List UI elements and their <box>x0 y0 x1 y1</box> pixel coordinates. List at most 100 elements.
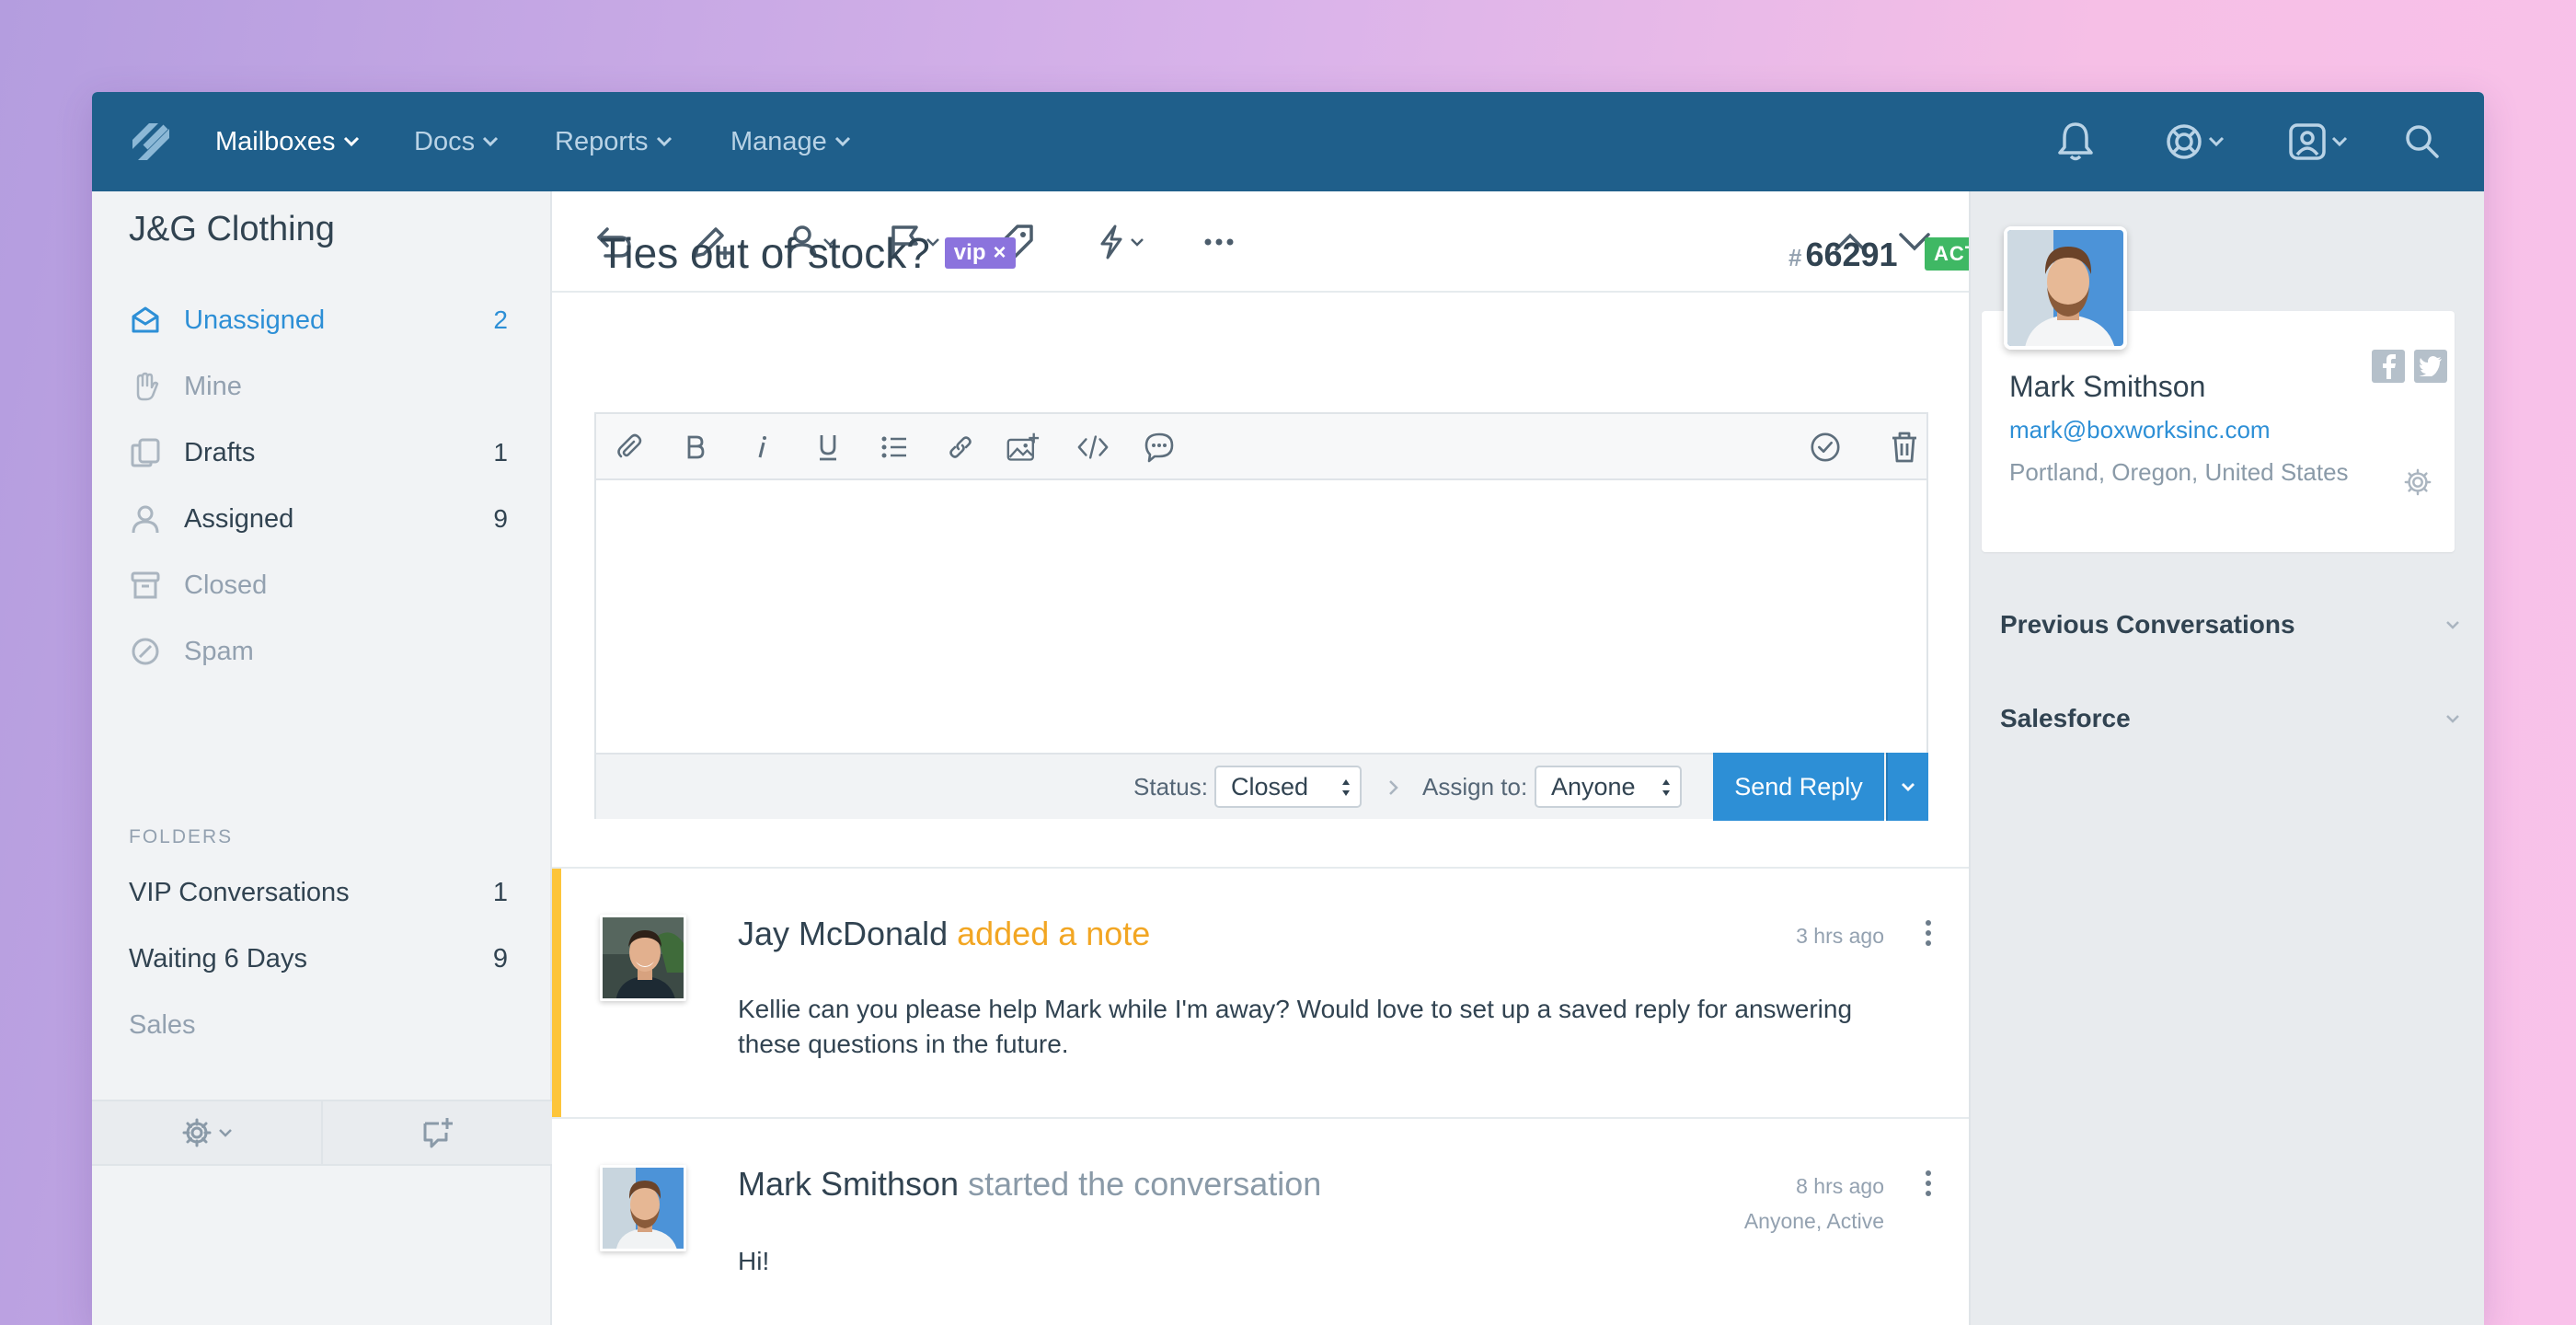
underline-button[interactable] <box>811 431 845 464</box>
code-icon <box>1077 435 1109 459</box>
check-spelling-button[interactable] <box>1809 431 1842 464</box>
sidebar-item-count: 1 <box>493 438 508 467</box>
sidebar-item-drafts[interactable]: Drafts 1 <box>129 429 508 477</box>
customer-name: Mark Smithson <box>2009 370 2206 403</box>
reply-body-input[interactable] <box>596 480 1926 751</box>
sidebar-item-label: Unassigned <box>184 305 326 335</box>
sidebar-item-label: Closed <box>184 570 268 600</box>
nav-reports[interactable]: Reports <box>555 92 673 191</box>
more-actions-button[interactable] <box>1203 219 1235 265</box>
chevron-down-icon <box>2446 621 2459 629</box>
tag-remove-icon[interactable]: × <box>993 240 1006 266</box>
ticket-number-value: 66291 <box>1805 236 1898 273</box>
sidebar-item-label: Drafts <box>184 437 256 467</box>
tag-vip[interactable]: vip × <box>944 237 1016 269</box>
attach-button[interactable] <box>613 431 646 464</box>
avatar <box>600 1165 686 1251</box>
conversation-pane: Ties out of stock? vip × # 66291 ACTIVE <box>552 191 2023 1325</box>
avatar <box>600 915 686 1001</box>
customer-email[interactable]: mark@boxworksinc.com <box>2009 416 2271 444</box>
thread-header: Jay McDonald added a note <box>738 915 1150 953</box>
facebook-icon[interactable] <box>2372 350 2405 383</box>
status-select[interactable]: Closed <box>1214 766 1362 808</box>
workflow-button[interactable] <box>1097 219 1144 265</box>
sidebar-item-unassigned[interactable]: Unassigned 2 <box>129 296 508 344</box>
customer-sidebar: Mark Smithson mark@boxworksinc.com Portl… <box>1969 191 2484 1325</box>
nav-manage[interactable]: Manage <box>730 92 851 191</box>
accordion-previous-conversations[interactable]: Previous Conversations <box>2000 602 2460 648</box>
chevron-down-icon <box>343 136 359 147</box>
mailbox-title: J&G Clothing <box>129 210 335 248</box>
insert-image-button[interactable] <box>1006 431 1040 464</box>
customer-location: Portland, Oregon, United States <box>2009 458 2349 486</box>
thread-menu-button[interactable] <box>1919 915 1938 951</box>
thread-divider <box>552 1117 1969 1119</box>
bold-button[interactable] <box>679 431 712 464</box>
editor-toolbar <box>596 414 1926 480</box>
search-icon[interactable] <box>2403 118 2442 166</box>
nav-docs-label: Docs <box>414 126 476 156</box>
logo-icon[interactable] <box>129 120 175 166</box>
top-nav: Mailboxes Docs Reports Manage <box>92 92 2484 191</box>
bullet-list-icon <box>881 436 906 458</box>
nav-mailboxes[interactable]: Mailboxes <box>215 92 360 191</box>
assign-select-value: Anyone <box>1551 772 1636 801</box>
sidebar-item-spam[interactable]: Spam <box>129 628 508 675</box>
italic-button[interactable] <box>745 431 778 464</box>
block-icon <box>129 635 162 668</box>
chevron-down-icon <box>1131 238 1144 247</box>
sidebar-item-label: Mine <box>184 371 242 401</box>
thread-action: started the conversation <box>968 1165 1322 1203</box>
send-reply-button[interactable]: Send Reply <box>1713 753 1884 821</box>
folder-count: 9 <box>492 943 508 974</box>
thread-time: 3 hrs ago <box>1796 924 1884 948</box>
nav-reports-label: Reports <box>555 126 649 156</box>
archive-icon <box>129 569 162 602</box>
customer-settings-button[interactable] <box>2403 467 2432 501</box>
reply-editor: Status: Closed Assign to: Anyone Send Re… <box>594 412 1928 821</box>
user-account-icon[interactable] <box>2287 118 2348 166</box>
app-window: Mailboxes Docs Reports Manage J&G Clothi… <box>92 92 2484 1325</box>
thread-meta: Anyone, Active <box>1743 1209 1884 1233</box>
sidebar-item-assigned[interactable]: Assigned 9 <box>129 495 508 543</box>
chevron-right-icon <box>1389 780 1398 795</box>
assign-select[interactable]: Anyone <box>1535 766 1682 808</box>
thread-body: Kellie can you please help Mark while I'… <box>738 995 1853 1058</box>
sidebar-item-closed[interactable]: Closed <box>129 561 508 609</box>
chevron-down-icon <box>218 1129 232 1137</box>
thread-author[interactable]: Mark Smithson <box>738 1165 959 1203</box>
sidebar-footer <box>92 1100 552 1166</box>
link-icon <box>949 436 972 458</box>
folder-sales[interactable]: Sales <box>129 1002 508 1048</box>
folder-vip-conversations[interactable]: VIP Conversations 1 <box>129 870 508 916</box>
mailbox-settings-button[interactable] <box>92 1101 323 1164</box>
folder-label: Sales <box>129 1009 196 1040</box>
thread-author[interactable]: Jay McDonald <box>738 915 948 952</box>
list-button[interactable] <box>878 431 911 464</box>
accordion-salesforce[interactable]: Salesforce <box>2000 696 2460 742</box>
bell-icon[interactable] <box>2055 118 2096 166</box>
select-arrows-icon <box>1342 779 1350 796</box>
ticket-hash: # <box>1788 244 1802 271</box>
chevron-down-icon <box>2208 136 2225 147</box>
thread-header: Mark Smithson started the conversation <box>738 1165 1321 1204</box>
note-indicator <box>552 869 561 1117</box>
code-button[interactable] <box>1076 431 1110 464</box>
saved-reply-button[interactable] <box>1143 431 1176 464</box>
chat-bubble-icon <box>1144 432 1174 463</box>
discard-draft-button[interactable] <box>1888 431 1921 464</box>
lifebuoy-icon[interactable] <box>2164 118 2225 166</box>
select-arrows-icon <box>1662 779 1670 796</box>
twitter-icon[interactable] <box>2414 350 2447 383</box>
thread-menu-button[interactable] <box>1919 1165 1938 1202</box>
accordion-label: Previous Conversations <box>2000 610 2295 639</box>
bold-icon <box>687 435 705 459</box>
folder-label: Waiting 6 Days <box>129 943 307 974</box>
link-button[interactable] <box>944 431 977 464</box>
sidebar-item-mine[interactable]: Mine <box>129 363 508 410</box>
folder-waiting-6-days[interactable]: Waiting 6 Days 9 <box>129 936 508 982</box>
new-conversation-button[interactable] <box>323 1101 552 1164</box>
nav-docs[interactable]: Docs <box>414 92 499 191</box>
status-select-value: Closed <box>1231 772 1309 801</box>
send-options-button[interactable] <box>1886 753 1928 821</box>
